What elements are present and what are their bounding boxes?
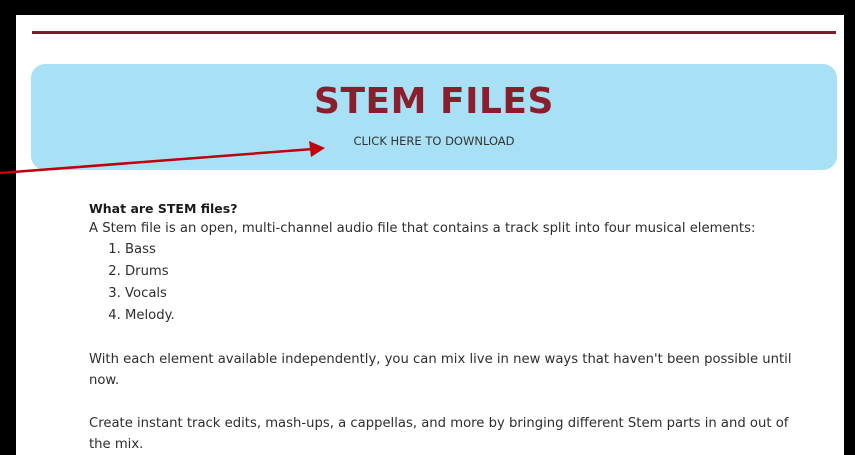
section-heading: What are STEM files? [89,201,238,216]
download-link[interactable]: CLICK HERE TO DOWNLOAD [353,134,514,148]
list-item: Vocals [125,283,809,305]
header-divider [32,31,836,34]
paragraph-live-mixing: With each element available independentl… [89,352,792,388]
paragraph-track-edits: Create instant track edits, mash-ups, a … [89,416,789,452]
list-item: Melody. [125,305,809,327]
list-item: Drums [125,261,809,283]
banner-title: STEM FILES [314,81,554,122]
page-content: STEM FILES CLICK HERE TO DOWNLOAD What a… [16,15,844,455]
description-section: What are STEM files? A Stem file is an o… [89,199,809,455]
stem-files-banner: STEM FILES CLICK HERE TO DOWNLOAD [31,64,837,170]
list-item: Bass [125,239,809,261]
intro-text: A Stem file is an open, multi-channel au… [89,221,756,236]
elements-list: Bass Drums Vocals Melody. [89,239,809,327]
